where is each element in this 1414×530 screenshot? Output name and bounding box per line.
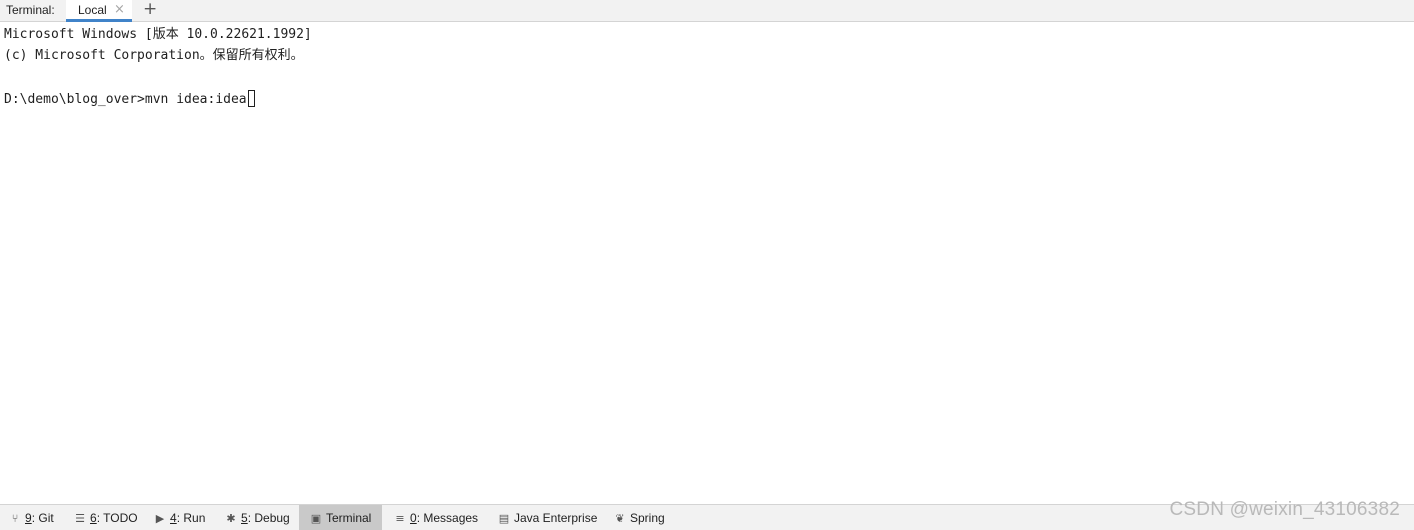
terminal-output[interactable]: Microsoft Windows [版本 10.0.22621.1992] (… xyxy=(0,22,1414,504)
terminal-line: (c) Microsoft Corporation。保留所有权利。 xyxy=(4,48,304,63)
terminal-tab-bar: Terminal: Local × + xyxy=(0,0,1414,22)
messages-tool-button[interactable]: ≡ 0: Messages xyxy=(393,505,478,530)
close-icon[interactable]: × xyxy=(114,2,125,17)
run-tool-button[interactable]: ▶ 4: Run xyxy=(153,505,206,530)
watermark: CSDN @weixin_43106382 xyxy=(1169,499,1400,520)
spring-tool-button[interactable]: ❦ Spring xyxy=(613,505,664,530)
java-enterprise-tool-button[interactable]: ▤ Java Enterprise xyxy=(497,505,598,530)
terminal-line: Microsoft Windows [版本 10.0.22621.1992] xyxy=(4,27,312,42)
tab-local-label: Local xyxy=(78,3,107,17)
terminal-tool-button[interactable]: ▣ Terminal xyxy=(299,505,382,530)
terminal-icon: ▣ xyxy=(310,512,322,525)
git-branch-icon: ⑂ xyxy=(11,512,19,525)
new-tab-plus-icon[interactable]: + xyxy=(143,0,157,19)
git-tool-button[interactable]: ⑂ 9: Git xyxy=(8,505,54,530)
tab-local[interactable]: Local × xyxy=(66,0,132,22)
debug-tool-button[interactable]: ✱ 5: Debug xyxy=(224,505,289,530)
text-cursor xyxy=(247,90,255,107)
spring-leaf-icon: ❦ xyxy=(615,512,625,525)
run-icon: ▶ xyxy=(155,512,165,525)
command-input[interactable]: mvn idea:idea xyxy=(145,92,247,107)
todo-tool-button[interactable]: ☰ 6: TODO xyxy=(73,505,138,530)
messages-icon: ≡ xyxy=(395,512,405,525)
java-enterprise-icon: ▤ xyxy=(498,512,510,525)
list-icon: ☰ xyxy=(75,512,85,525)
bug-icon: ✱ xyxy=(226,512,236,525)
prompt-path: D:\demo\blog_over> xyxy=(4,92,145,107)
terminal-prompt-line[interactable]: D:\demo\blog_over>mvn idea:idea xyxy=(4,90,255,108)
tool-window-title: Terminal: xyxy=(6,3,55,17)
